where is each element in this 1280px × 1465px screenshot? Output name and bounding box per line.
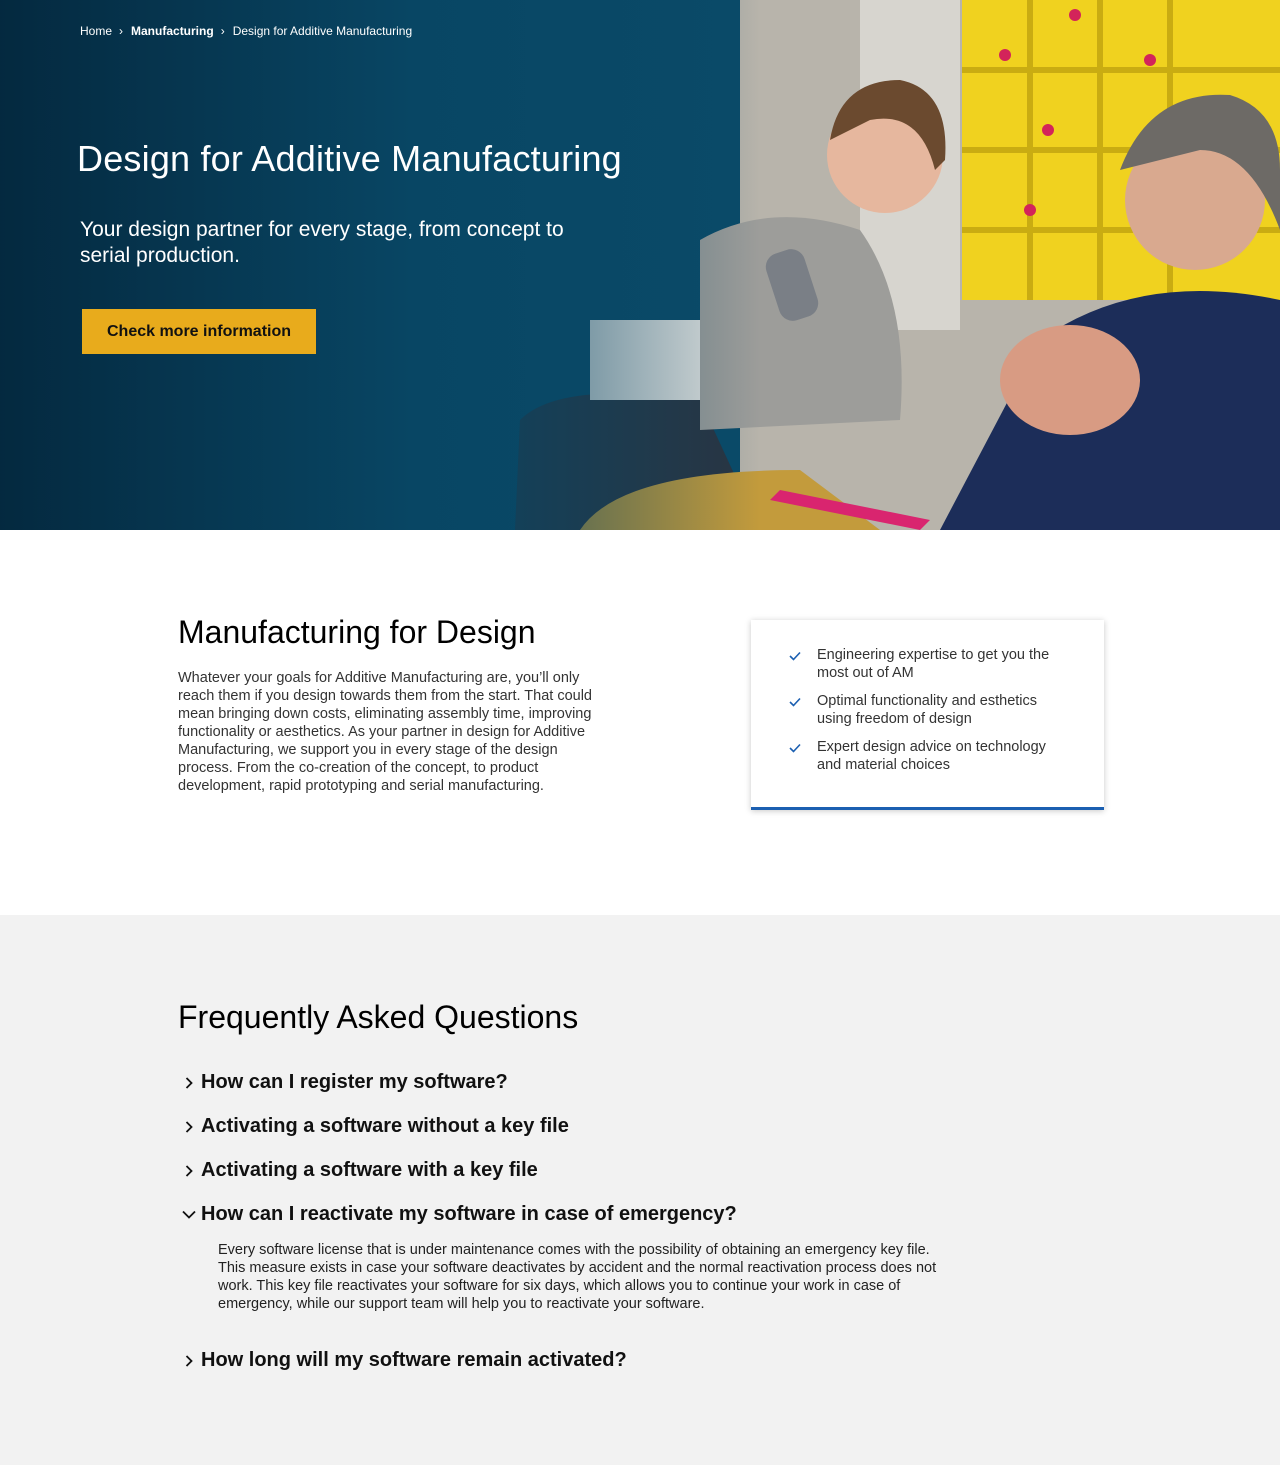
breadcrumb-manufacturing-link[interactable]: Manufacturing <box>131 24 214 38</box>
benefits-list: Engineering expertise to get you the mos… <box>789 646 1064 774</box>
check-more-information-button[interactable]: Check more information <box>82 309 316 354</box>
intro-title: Manufacturing for Design <box>178 614 536 650</box>
intro-body-text: Whatever your goals for Additive Manufac… <box>178 670 592 794</box>
faq-question[interactable]: How can I register my software? <box>201 1071 508 1094</box>
check-icon <box>789 646 817 665</box>
faq-item-activate-with-key[interactable]: Activating a software with a key file <box>178 1159 538 1182</box>
chevron-right-icon: › <box>119 24 124 38</box>
faq-question[interactable]: How long will my software remain activat… <box>201 1349 627 1372</box>
benefit-item: Optimal functionality and esthetics usin… <box>789 692 1064 728</box>
intro-section: Manufacturing for Design Whatever your g… <box>0 530 1280 915</box>
breadcrumb: Home › Manufacturing › Design for Additi… <box>80 24 412 38</box>
faq-title: Frequently Asked Questions <box>178 999 579 1035</box>
check-icon <box>789 738 817 757</box>
faq-item-register-software[interactable]: How can I register my software? <box>178 1071 508 1094</box>
chevron-down-icon <box>178 1210 200 1219</box>
faq-answer: Every software license that is under mai… <box>218 1242 937 1312</box>
hero-subtitle: Your design partner for every stage, fro… <box>80 218 564 267</box>
hero-banner: Home › Manufacturing › Design for Additi… <box>0 0 1280 530</box>
faq-question[interactable]: Activating a software with a key file <box>201 1159 538 1182</box>
chevron-right-icon <box>178 1164 200 1177</box>
faq-question[interactable]: Activating a software without a key file <box>201 1115 569 1138</box>
chevron-right-icon <box>178 1354 200 1367</box>
check-icon <box>789 692 817 711</box>
breadcrumb-home-link[interactable]: Home <box>80 24 112 38</box>
benefit-text: Optimal functionality and esthetics usin… <box>817 693 1038 727</box>
chevron-right-icon <box>178 1076 200 1089</box>
faq-section: Frequently Asked Questions How can I reg… <box>0 915 1280 1465</box>
benefits-card: Engineering expertise to get you the mos… <box>751 620 1104 810</box>
breadcrumb-current-page: Design for Additive Manufacturing <box>232 24 413 38</box>
page-title: Design for Additive Manufacturing <box>77 138 622 179</box>
benefit-item: Expert design advice on technology and m… <box>789 738 1064 774</box>
benefit-text: Expert design advice on technology and m… <box>817 739 1046 773</box>
faq-question[interactable]: How can I reactivate my software in case… <box>201 1203 737 1226</box>
faq-item-emergency-reactivation[interactable]: How can I reactivate my software in case… <box>178 1203 737 1226</box>
chevron-right-icon <box>178 1120 200 1133</box>
benefit-text: Engineering expertise to get you the mos… <box>817 647 1050 681</box>
faq-item-activation-duration[interactable]: How long will my software remain activat… <box>178 1349 627 1372</box>
benefit-item: Engineering expertise to get you the mos… <box>789 646 1064 682</box>
chevron-right-icon: › <box>220 24 225 38</box>
faq-item-activate-without-key[interactable]: Activating a software without a key file <box>178 1115 569 1138</box>
